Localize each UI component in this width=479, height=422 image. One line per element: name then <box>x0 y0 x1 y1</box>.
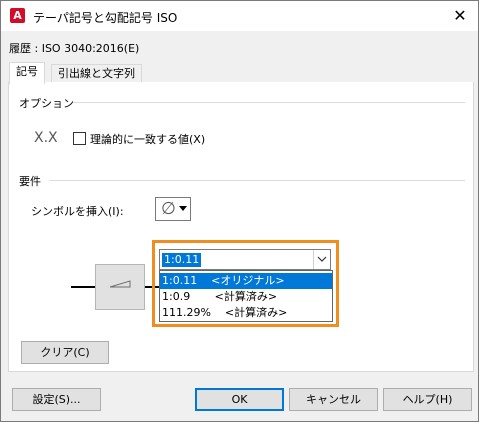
value-combo-button[interactable] <box>313 250 330 269</box>
match-value-checkbox[interactable] <box>73 132 86 145</box>
dialog-title: テーパ記号と勾配記号 ISO <box>33 11 178 25</box>
app-logo-icon: A <box>10 8 25 23</box>
title-bar: A テーパ記号と勾配記号 ISO ✕ <box>1 1 478 31</box>
diameter-icon: ∅ <box>161 199 176 219</box>
dropdown-item[interactable]: 111.29% <計算済み> <box>160 305 332 321</box>
ok-button[interactable]: OK <box>195 388 284 411</box>
value-dropdown-list: 1:0.11 <オリジナル> 1:0.9 <計算済み> 111.29% <計算済… <box>159 270 333 322</box>
options-divider <box>73 102 465 103</box>
close-icon[interactable]: ✕ <box>442 1 478 31</box>
help-button[interactable]: ヘルプ(H) <box>383 388 472 411</box>
cancel-button[interactable]: キャンセル <box>289 388 378 411</box>
tab-panel <box>8 82 474 372</box>
clear-button[interactable]: クリア(C) <box>21 341 109 364</box>
value-combo[interactable]: 1:0.11 <box>159 249 331 270</box>
dialog-window: A テーパ記号と勾配記号 ISO ✕ 履歴 : ISO 3040:2016(E)… <box>0 0 479 422</box>
insert-symbol-dropdown[interactable]: ∅ <box>155 197 191 221</box>
match-value-label: 理論的に一致する値(X) <box>90 133 206 146</box>
value-combo-text[interactable]: 1:0.11 <box>162 253 202 267</box>
xx-preview: X.X <box>34 130 58 146</box>
dropdown-item[interactable]: 1:0.9 <計算済み> <box>160 289 332 305</box>
taper-symbol-frame <box>95 264 145 310</box>
settings-button[interactable]: 設定(S)... <box>12 388 101 411</box>
tab-leader-text-label: 引出線と文字列 <box>58 67 135 80</box>
dropdown-item[interactable]: 1:0.11 <オリジナル> <box>160 273 332 289</box>
options-heading: オプション <box>19 97 74 110</box>
history-label: 履歴 : ISO 3040:2016(E) <box>9 42 140 55</box>
requirements-divider <box>49 180 465 181</box>
tab-leader-text[interactable]: 引出線と文字列 <box>51 64 142 83</box>
tab-symbol-label: 記号 <box>16 65 38 78</box>
insert-symbol-label: シンボルを挿入(I): <box>31 205 124 218</box>
taper-icon <box>109 280 131 288</box>
chevron-down-icon <box>179 206 187 211</box>
tab-symbol[interactable]: 記号 <box>9 62 45 84</box>
chevron-down-icon <box>317 256 327 262</box>
requirements-heading: 要件 <box>19 175 41 188</box>
